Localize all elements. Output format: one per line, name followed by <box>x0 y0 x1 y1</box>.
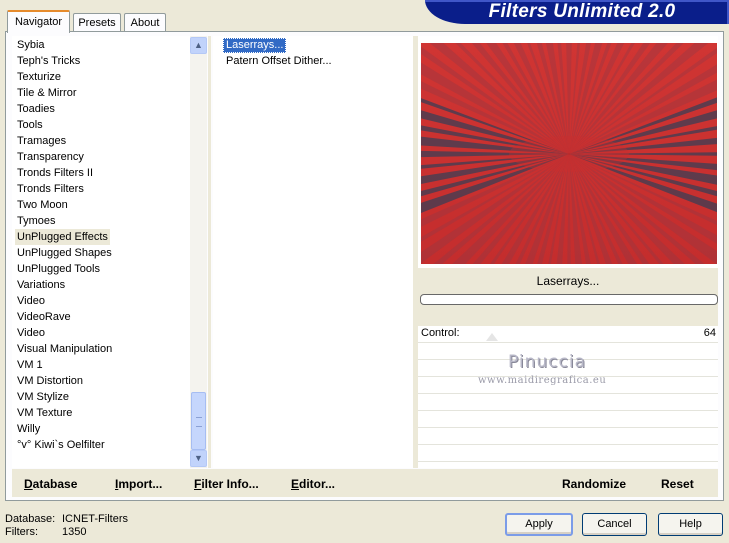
database-button[interactable]: Database <box>24 477 77 491</box>
control-label: Control: <box>421 327 460 339</box>
tab-about[interactable]: About <box>124 13 166 32</box>
database-status-label: Database: <box>5 513 56 525</box>
category-item[interactable]: Texturize <box>15 69 63 85</box>
cancel-button[interactable]: Cancel <box>582 513 647 536</box>
category-item[interactable]: VideoRave <box>15 309 73 325</box>
category-item[interactable]: Tronds Filters <box>15 181 86 197</box>
help-button[interactable]: Help <box>658 513 723 536</box>
app-title: Filters Unlimited 2.0 <box>488 1 676 22</box>
category-item[interactable]: Willy <box>15 421 42 437</box>
category-item[interactable]: Video <box>15 293 47 309</box>
watermark-name: Pinuccia <box>508 352 586 372</box>
category-item[interactable]: Two Moon <box>15 197 70 213</box>
scrollbar-thumb[interactable] <box>191 392 206 450</box>
category-item[interactable]: Toadies <box>15 101 57 117</box>
filter-info-button[interactable]: Filter Info... <box>194 477 259 491</box>
category-item[interactable]: Tools <box>15 117 45 133</box>
apply-button[interactable]: Apply <box>505 513 573 536</box>
category-item[interactable]: Tymoes <box>15 213 58 229</box>
category-item[interactable]: VM Texture <box>15 405 74 421</box>
category-item[interactable]: UnPlugged Effects <box>15 229 110 245</box>
category-item[interactable]: UnPlugged Tools <box>15 261 102 277</box>
category-item[interactable]: Tramages <box>15 133 68 149</box>
tab-navigator[interactable]: Navigator <box>7 10 70 33</box>
preview-image <box>421 43 717 264</box>
category-item[interactable]: Variations <box>15 277 67 293</box>
tab-presets[interactable]: Presets <box>73 13 121 32</box>
filter-list[interactable]: Laserrays... Patern Offset Dither... <box>213 36 413 468</box>
category-item[interactable]: Video <box>15 325 47 341</box>
randomize-button[interactable]: Randomize <box>562 477 626 491</box>
filter-item[interactable]: Patern Offset Dither... <box>223 54 335 69</box>
filters-status-value: 1350 <box>62 526 87 538</box>
category-item[interactable]: Visual Manipulation <box>15 341 114 357</box>
filter-item[interactable]: Laserrays... <box>223 38 287 53</box>
control-value[interactable]: 64 <box>692 327 716 339</box>
category-item[interactable]: Tile & Mirror <box>15 85 78 101</box>
database-status-value: ICNET-Filters <box>62 513 128 525</box>
category-item[interactable]: Sybia <box>15 37 47 53</box>
control-slider-thumb[interactable] <box>486 333 498 341</box>
progress-bar <box>420 294 718 305</box>
reset-button[interactable]: Reset <box>661 477 694 491</box>
chevron-up-icon[interactable]: ▲ <box>190 37 207 54</box>
category-item[interactable]: Tronds Filters II <box>15 165 95 181</box>
category-scrollbar[interactable]: ▲ ▼ <box>190 36 207 468</box>
preview-filter-name: Laserrays... <box>536 274 600 288</box>
category-list[interactable]: Sybia Teph's Tricks Texturize Tile & Mirror… <box>12 36 190 468</box>
panel-divider <box>208 36 211 468</box>
chevron-down-icon[interactable]: ▼ <box>190 450 207 467</box>
category-item[interactable]: UnPlugged Shapes <box>15 245 114 261</box>
category-item[interactable]: Transparency <box>15 149 86 165</box>
controls-panel <box>418 326 718 468</box>
category-item[interactable]: VM Distortion <box>15 373 85 389</box>
filters-status-label: Filters: <box>5 526 38 538</box>
category-item[interactable]: Teph's Tricks <box>15 53 82 69</box>
category-item[interactable]: °v° Kiwi`s Oelfilter <box>15 437 107 453</box>
import-button[interactable]: Import... <box>115 477 162 491</box>
editor-button[interactable]: Editor... <box>291 477 335 491</box>
category-item[interactable]: VM Stylize <box>15 389 71 405</box>
category-item[interactable]: VM 1 <box>15 357 45 373</box>
watermark-url: www.maidiregrafica.eu <box>478 375 607 386</box>
